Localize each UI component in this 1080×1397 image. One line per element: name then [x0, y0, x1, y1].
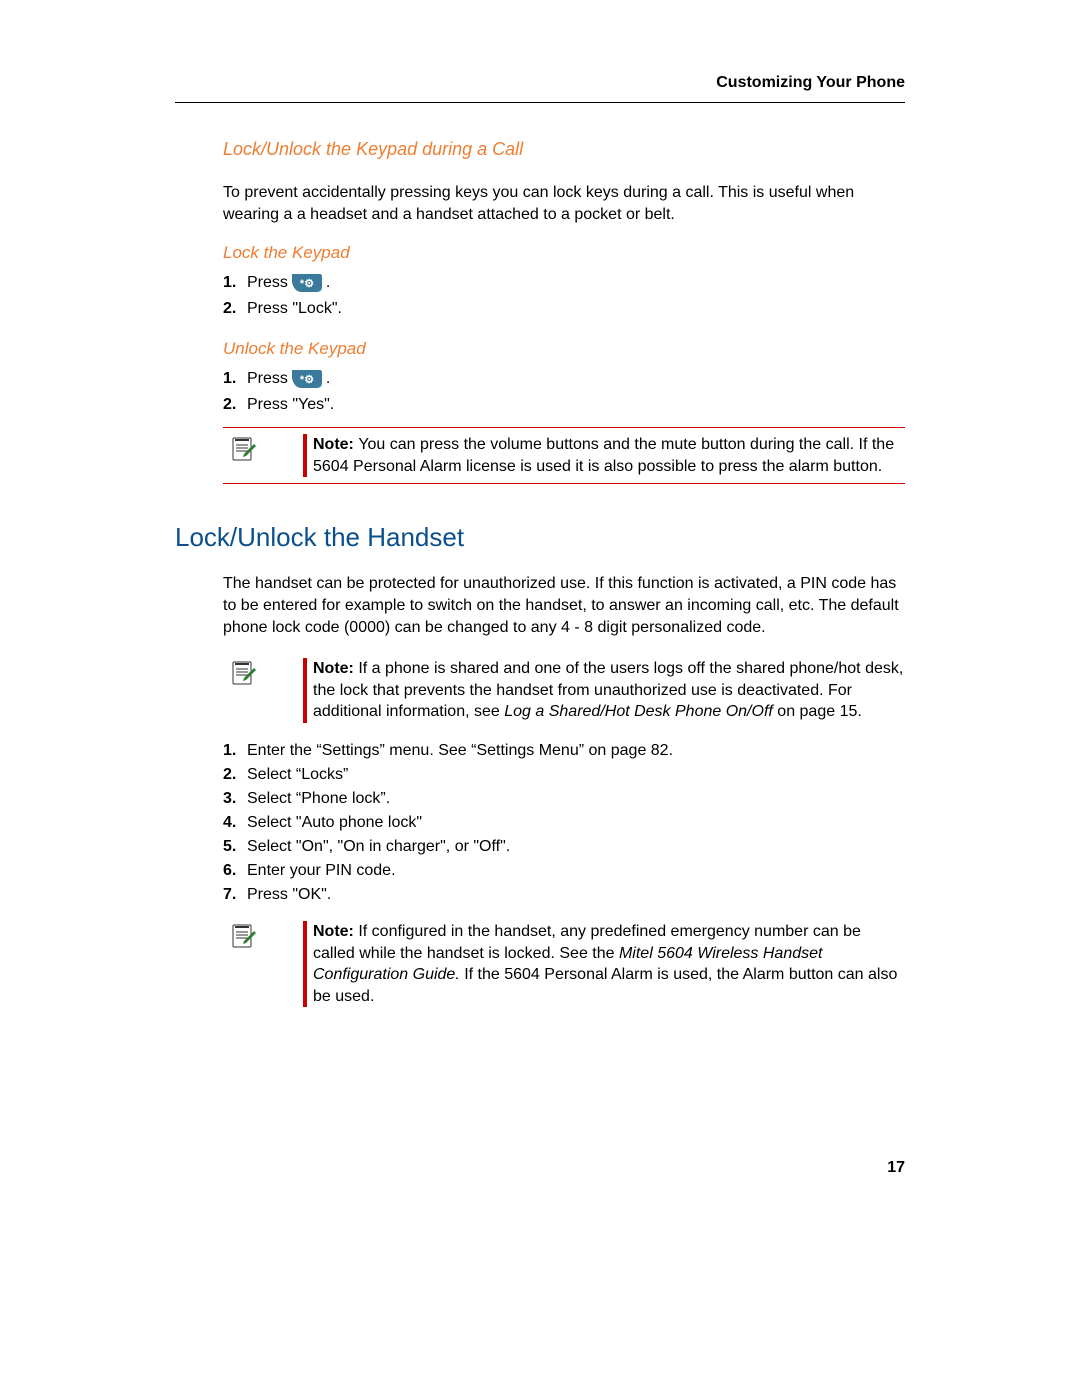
page-number: 17	[887, 1159, 905, 1177]
step-text: Select “Locks”	[247, 766, 348, 784]
star-key-icon: *⚙	[290, 272, 324, 294]
paragraph: The handset can be protected for unautho…	[175, 573, 905, 638]
list-item: 1. Press *⚙ .	[223, 269, 905, 297]
svg-text:*⚙: *⚙	[300, 278, 314, 290]
svg-text:*⚙: *⚙	[300, 374, 314, 386]
step-number: 4.	[223, 814, 247, 832]
step-text: Press	[247, 370, 288, 388]
list-item: 2. Press "Yes".	[223, 393, 905, 417]
list-item: 1.Enter the “Settings” menu. See “Settin…	[223, 739, 905, 763]
step-number: 5.	[223, 838, 247, 856]
note-box: Note: If a phone is shared and one of th…	[223, 652, 905, 729]
heading-lock-unlock-keypad-call: Lock/Unlock the Keypad during a Call	[175, 139, 905, 160]
procedure-list: 1. Press *⚙ . 2. Press "Lock".	[175, 269, 905, 321]
note-lead: Note:	[313, 660, 358, 677]
step-text: Select “Phone lock”.	[247, 790, 390, 808]
step-text: Press	[247, 274, 288, 292]
list-item: 2. Press "Lock".	[223, 297, 905, 321]
note-box: Note: If configured in the handset, any …	[223, 915, 905, 1013]
heading-unlock-keypad: Unlock the Keypad	[175, 339, 905, 359]
step-number: 3.	[223, 790, 247, 808]
list-item: 4.Select "Auto phone lock"	[223, 811, 905, 835]
step-number: 1.	[223, 274, 247, 292]
note-text: Note: If a phone is shared and one of th…	[313, 658, 905, 723]
step-text: Enter the “Settings” menu. See “Settings…	[247, 742, 673, 760]
step-text: Enter your PIN code.	[247, 862, 396, 880]
paragraph: To prevent accidentally pressing keys yo…	[175, 182, 905, 225]
note-text: Note: If configured in the handset, any …	[313, 921, 905, 1007]
step-number: 2.	[223, 766, 247, 784]
procedure-list: 1.Enter the “Settings” menu. See “Settin…	[175, 739, 905, 907]
step-number: 2.	[223, 300, 247, 318]
step-number: 2.	[223, 396, 247, 414]
list-item: 3.Select “Phone lock”.	[223, 787, 905, 811]
note-box: Note: You can press the volume buttons a…	[223, 427, 905, 484]
page: Customizing Your Phone Lock/Unlock the K…	[0, 0, 1080, 1397]
note-lead: Note:	[313, 436, 358, 453]
note-rule	[303, 658, 307, 723]
step-number: 7.	[223, 886, 247, 904]
note-body: on page 15.	[773, 703, 862, 720]
note-rule	[303, 434, 307, 477]
step-text: Press "Yes".	[247, 396, 334, 414]
step-number: 6.	[223, 862, 247, 880]
step-text: Press "OK".	[247, 886, 331, 904]
step-number: 1.	[223, 742, 247, 760]
step-text: .	[326, 370, 330, 388]
running-head: Customizing Your Phone	[175, 74, 905, 103]
star-key-icon: *⚙	[290, 368, 324, 390]
list-item: 2.Select “Locks”	[223, 763, 905, 787]
note-icon	[223, 658, 263, 723]
step-text: Press "Lock".	[247, 300, 342, 318]
heading-lock-keypad: Lock the Keypad	[175, 243, 905, 263]
step-text: .	[326, 274, 330, 292]
step-number: 1.	[223, 370, 247, 388]
note-icon	[223, 921, 263, 1007]
note-text: Note: You can press the volume buttons a…	[313, 434, 905, 477]
procedure-list: 1. Press *⚙ . 2. Press "Yes".	[175, 365, 905, 417]
step-text: Select "On", "On in charger", or "Off".	[247, 838, 510, 856]
note-icon	[223, 434, 263, 477]
heading-lock-unlock-handset: Lock/Unlock the Handset	[175, 522, 905, 553]
list-item: 7.Press "OK".	[223, 883, 905, 907]
note-body-emph: Log a Shared/Hot Desk Phone On/Off	[504, 703, 773, 720]
list-item: 6.Enter your PIN code.	[223, 859, 905, 883]
step-text: Select "Auto phone lock"	[247, 814, 422, 832]
note-body: You can press the volume buttons and the…	[313, 436, 894, 475]
list-item: 1. Press *⚙ .	[223, 365, 905, 393]
list-item: 5.Select "On", "On in charger", or "Off"…	[223, 835, 905, 859]
note-rule	[303, 921, 307, 1007]
note-lead: Note:	[313, 923, 358, 940]
